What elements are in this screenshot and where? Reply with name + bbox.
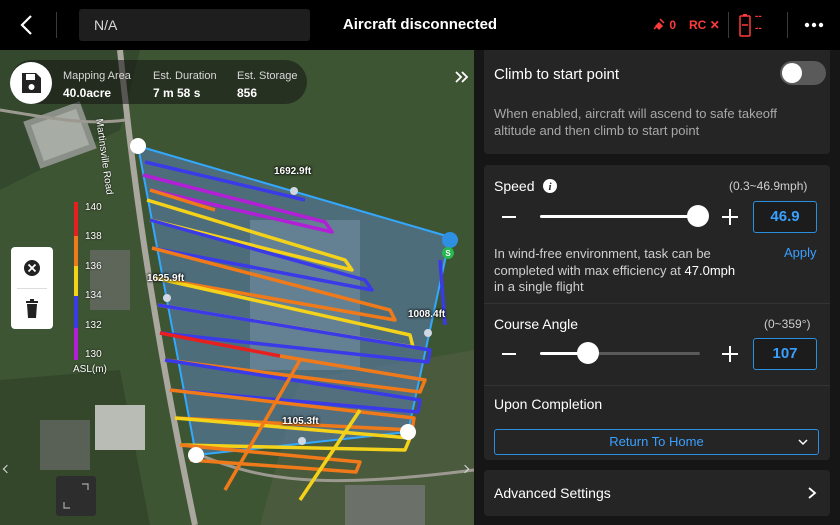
speed-slider-knob[interactable] [687,205,710,227]
legend-tick: 140 [85,202,102,213]
advanced-settings-row[interactable]: Advanced Settings [484,470,830,516]
top-divider [728,12,729,38]
corner-waypoint[interactable] [130,138,146,154]
map-view[interactable]: S Martinsville Road [0,50,474,525]
start-marker: S [445,249,451,258]
speed-note-line3: in a single flight [494,279,584,294]
edge-distance-top: 1692.9ft [274,166,312,177]
legend-tick: 134 [85,290,102,301]
info-value: 856 [237,86,258,100]
course-angle-title: Course Angle [494,316,579,332]
back-arrow-icon [20,15,32,35]
top-bar: N/A Aircraft disconnected 0 RC ✕ -- -- [0,0,840,50]
close-circle-icon [24,260,40,276]
duration-stat: Est. Duration 7 m 58 s [153,70,217,100]
speed-note-line2: completed with max efficiency at 47.0mph [494,262,735,279]
top-divider [56,12,57,38]
back-button[interactable] [14,12,40,38]
legend-tick: 130 [85,349,102,360]
info-icon[interactable]: i [542,178,558,194]
climb-title: Climb to start point [494,66,620,83]
delete-button[interactable] [11,288,53,329]
battery-level-2: -- [755,23,762,34]
gps-status: 0 [652,16,676,34]
satellite-icon [653,18,665,30]
completion-title: Upon Completion [494,396,603,412]
climb-description-line1: When enabled, aircraft will ascend to sa… [494,106,778,121]
rc-disconnected-icon: ✕ [709,18,720,32]
expand-icon [63,483,89,509]
gps-count: 0 [669,18,677,32]
legend-title: ASL(m) [73,364,107,375]
speed-note-prefix: completed with max efficiency at [494,263,685,278]
info-value: 7 m 58 s [153,86,201,100]
trash-icon [26,299,38,318]
course-angle-input[interactable]: 107 [753,338,817,370]
minimap-thumbnail[interactable] [56,476,96,516]
edge-distance-left: 1625.9ft [147,273,185,284]
info-value: 40.0acre [63,86,112,100]
battery-icon [739,14,751,37]
completion-selected: Return To Home [609,434,704,449]
settings-panel: Climb to start point When enabled, aircr… [474,50,840,525]
speed-note-value: 47.0mph [684,263,736,278]
toggle-knob [782,63,802,83]
apply-speed-button[interactable]: Apply [784,245,817,260]
chevron-right-icon [808,487,817,499]
info-label: Mapping Area [63,70,131,82]
info-label: Est. Duration [153,70,217,82]
legend-tick: 136 [85,261,102,272]
legend-tick: 132 [85,320,102,331]
info-label: Est. Storage [237,70,298,82]
speed-note-line1: In wind-free environment, task can be [494,246,711,261]
angle-slider-track[interactable] [540,352,700,355]
mission-name-field[interactable]: N/A [79,9,310,41]
storage-stat: Est. Storage 856 [237,70,298,100]
speed-slider-track[interactable] [540,215,700,218]
climb-description-line2: altitude and then climb to start point [494,123,700,138]
save-icon [22,73,41,93]
advanced-settings-title: Advanced Settings [494,485,611,501]
corner-waypoint[interactable] [400,424,416,440]
double-chevron-right-icon [455,71,469,83]
climb-card: Climb to start point When enabled, aircr… [484,50,830,154]
section-divider [484,385,830,386]
legend-tick: 138 [85,231,102,242]
rc-status: RC ✕ [689,16,720,34]
mapping-area-stat: Mapping Area 40.0acre [63,70,131,100]
angle-slider-knob[interactable] [577,342,599,364]
completion-action-select[interactable]: Return To Home [494,429,819,455]
map-tool-panel [11,247,53,329]
top-divider [787,12,788,38]
collapse-panel-button[interactable] [452,66,472,88]
clear-button[interactable] [11,247,53,288]
speed-slider-fill [540,215,699,218]
speed-increase-button[interactable] [729,209,731,225]
flight-settings-card: Speed i (0.3~46.9mph) 46.9 In wind-free … [484,165,830,460]
speed-title: Speed [494,178,535,194]
battery-status: -- -- [738,11,768,39]
edge-distance-right: 1008.4ft [408,309,446,320]
angle-decrease-button[interactable] [502,353,516,355]
chevron-down-icon [798,439,808,446]
rc-label: RC [689,18,707,32]
battery-level-1: -- [755,11,762,22]
climb-toggle[interactable] [780,61,826,85]
save-button[interactable] [10,62,52,104]
more-options-button[interactable] [802,14,826,36]
angle-increase-button[interactable] [729,346,731,362]
more-icon [804,22,824,28]
section-divider [484,303,830,304]
speed-range: (0.3~46.9mph) [729,179,808,193]
corner-waypoint[interactable] [442,232,458,248]
edge-distance-bottom: 1105.3ft [282,416,319,427]
speed-decrease-button[interactable] [502,216,516,218]
mapping-mission-screen: N/A Aircraft disconnected 0 RC ✕ -- -- S… [0,0,840,525]
corner-waypoint[interactable] [188,447,204,463]
connection-status: Aircraft disconnected [342,16,498,33]
course-angle-range: (0~359°) [764,317,811,331]
speed-value-input[interactable]: 46.9 [753,201,817,233]
map-canvas: S [0,50,474,525]
